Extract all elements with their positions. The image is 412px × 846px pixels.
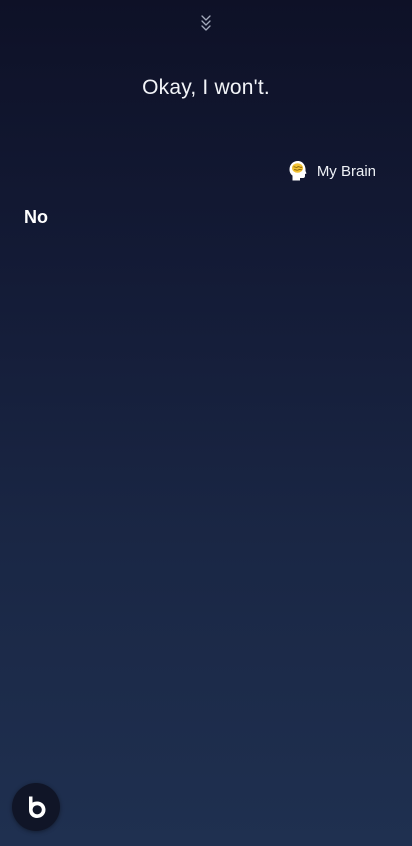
assistant-response: Okay, I won't. [142,76,270,99]
capsule-link-my-brain[interactable]: My Brain [288,160,376,182]
bixby-voice-button[interactable] [12,783,60,831]
brain-head-icon [289,161,307,181]
capsule-label: My Brain [316,162,376,180]
user-utterance: No [24,207,48,227]
collapse-handle[interactable] [196,12,216,36]
bixby-logo-icon [29,796,46,818]
double-chevron-down-icon [201,15,211,31]
